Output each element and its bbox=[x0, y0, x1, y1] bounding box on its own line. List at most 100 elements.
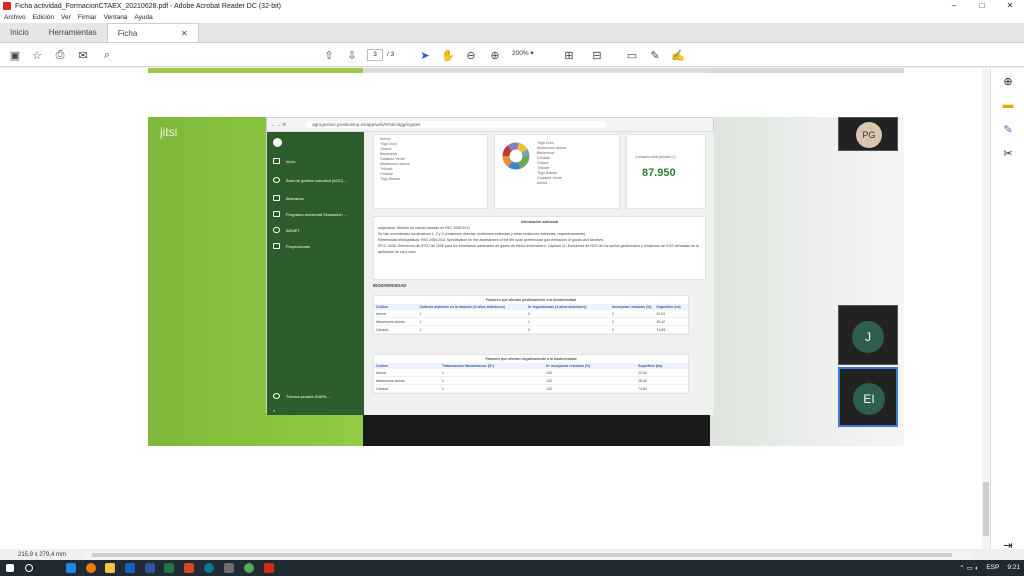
tab-home[interactable]: Inicio bbox=[0, 23, 39, 42]
participant-tile-ei: EI bbox=[838, 367, 898, 427]
table-row: Cebada 2 100 74,83 bbox=[374, 385, 688, 393]
menu-archivo[interactable]: Archivo bbox=[4, 14, 26, 21]
legend-card-left: Avena Trigo Duro Girasol Barbechos Guisante… bbox=[373, 134, 488, 209]
file-explorer-icon[interactable] bbox=[105, 563, 115, 573]
hand-tool-icon[interactable]: ✋ bbox=[440, 47, 456, 63]
zoom-level-dropdown[interactable]: 200% ▾ bbox=[512, 49, 534, 57]
nav-item-proyecciones: Proyecciones bbox=[273, 243, 310, 249]
legend-list-left: Avena Trigo Duro Girasol Barbechos Guisante… bbox=[380, 137, 410, 181]
sign-icon[interactable]: ✍ bbox=[670, 47, 686, 63]
donut-card: Trigo Duro Altramuces dulces Barbechos Ceb… bbox=[494, 134, 620, 209]
tab-document[interactable]: Ficha actividad_For... ✕ bbox=[106, 23, 199, 57]
app-icon[interactable] bbox=[204, 563, 214, 573]
menu-ayuda[interactable]: Ayuda bbox=[134, 14, 152, 21]
browser-address-bar: ← → ⟳ agrogestion.prodevelop.es/app/web/… bbox=[267, 118, 713, 132]
app-icon-2[interactable] bbox=[224, 563, 234, 573]
menu-firmar[interactable]: Firmar bbox=[78, 14, 97, 21]
windows-start-icon[interactable] bbox=[6, 564, 14, 572]
menu-ventana[interactable]: Ventana bbox=[104, 14, 128, 21]
bar-chart-icon bbox=[273, 243, 280, 249]
chrome-icon[interactable] bbox=[244, 563, 254, 573]
tab-bar: Inicio Herramientas Ficha actividad_For.… bbox=[0, 23, 1024, 57]
toolbar: ▣ ☆ ⎙ ✉ ⌕ ⇧ ⇩ 3 / 3 ➤ ✋ ⊖ ⊕ 200% ▾ ⊞ ⊟ ▭… bbox=[0, 43, 1024, 67]
email-icon[interactable]: ✉ bbox=[75, 47, 91, 63]
collapse-icon: « bbox=[273, 408, 276, 413]
comment-icon[interactable]: ▭ bbox=[624, 47, 640, 63]
select-cursor-icon[interactable]: ➤ bbox=[417, 47, 433, 63]
page-up-icon[interactable]: ⇧ bbox=[321, 47, 337, 63]
bookmark-star-icon[interactable]: ☆ bbox=[29, 47, 45, 63]
search-icon[interactable]: ⌕ bbox=[99, 47, 115, 63]
system-tray: ⌃ ▭ ◖ ESP 9:21 bbox=[959, 564, 1020, 572]
maximize-icon[interactable]: □ bbox=[968, 0, 996, 12]
zoom-out-icon[interactable]: ⊖ bbox=[463, 47, 479, 63]
page-size-label: 215,9 x 279,4 mm bbox=[18, 552, 67, 558]
section-title: BIODIVERSIDAD bbox=[373, 283, 407, 288]
tray-icons[interactable]: ⌃ ▭ ◖ bbox=[959, 564, 978, 572]
language-indicator[interactable]: ESP bbox=[986, 564, 999, 572]
nav-item-inicio: Inicio bbox=[273, 158, 295, 164]
tab-tools[interactable]: Herramientas bbox=[39, 23, 107, 42]
page-down-icon[interactable]: ⇩ bbox=[344, 47, 360, 63]
window-controls: – □ ✕ bbox=[940, 0, 1024, 12]
acrobat-icon bbox=[3, 2, 11, 10]
tab-close-icon[interactable]: ✕ bbox=[181, 24, 188, 42]
shared-browser-window: ← → ⟳ agrogestion.prodevelop.es/app/web/… bbox=[266, 117, 714, 415]
collapse-pane-icon[interactable]: ⇥ bbox=[1001, 538, 1015, 552]
nav-item-aemet: AEMET bbox=[273, 227, 300, 233]
info-box: Información adicional asignación: Método… bbox=[373, 216, 706, 280]
table-row: Cebada 1 0 0 74,83 bbox=[374, 326, 688, 334]
legend-list-right: Trigo Duro Altramuces dulces Barbechos Ceb… bbox=[537, 141, 567, 185]
browser-url: agrogestion.prodevelop.es/app/web/#/calc… bbox=[306, 121, 607, 128]
zoom-panel-icon[interactable]: ⊕ bbox=[1001, 74, 1015, 88]
window-title: Ficha actividad_FormacionCTAEX_20210628.… bbox=[15, 2, 282, 10]
menu-edicion[interactable]: Edición bbox=[33, 14, 54, 21]
windows-taskbar: ⌃ ▭ ◖ ESP 9:21 bbox=[0, 560, 1024, 576]
jitsi-logo: jitsi bbox=[160, 125, 178, 139]
scrolling-mode-icon[interactable]: ⊟ bbox=[589, 47, 605, 63]
close-icon[interactable]: ✕ bbox=[996, 0, 1024, 12]
embedded-screenshot: jitsi ← → ⟳ agrogestion.prodevelop.es/ap… bbox=[148, 117, 904, 446]
list-icon bbox=[273, 211, 280, 217]
calendar-icon bbox=[273, 195, 280, 201]
powerpoint-icon[interactable] bbox=[184, 563, 194, 573]
search-taskbar-icon[interactable] bbox=[25, 564, 33, 572]
app-logo bbox=[273, 138, 282, 147]
avatar: PG bbox=[856, 122, 882, 148]
table-caption: Factores que afectan positivamente a la … bbox=[485, 298, 577, 302]
donut-chart bbox=[502, 142, 530, 170]
fill-sign-icon[interactable]: ✎ bbox=[1001, 122, 1015, 136]
acrobat-taskbar-icon[interactable] bbox=[264, 563, 274, 573]
comment-panel-icon[interactable]: ▬ bbox=[1001, 98, 1015, 112]
outlook-icon[interactable] bbox=[125, 563, 135, 573]
positive-factors-table: Factores que afectan positivamente a la … bbox=[373, 295, 689, 335]
zoom-in-icon[interactable]: ⊕ bbox=[487, 47, 503, 63]
app-main-content: Avena Trigo Duro Girasol Barbechos Guisante… bbox=[364, 132, 714, 415]
app-sidebar: Inicio Área de gestión colectiva (AGC) .… bbox=[267, 132, 364, 415]
menu-ver[interactable]: Ver bbox=[61, 14, 71, 21]
page-number-input[interactable]: 3 bbox=[367, 49, 383, 61]
table-row: Avena 1 100 22,04 bbox=[374, 369, 688, 377]
vertical-scrollbar[interactable] bbox=[982, 68, 990, 549]
table-row: Avena 1 0 0 22,04 bbox=[374, 310, 688, 318]
nav-item-programa: Programa ambiental Simulación ... bbox=[273, 211, 347, 217]
edge-icon[interactable] bbox=[66, 563, 76, 573]
save-icon[interactable]: ▣ bbox=[7, 47, 23, 63]
total-value: 87.950 bbox=[642, 167, 676, 179]
minimize-icon[interactable]: – bbox=[940, 0, 968, 12]
clock[interactable]: 9:21 bbox=[1007, 564, 1020, 572]
title-bar: Ficha actividad_FormacionCTAEX_20210628.… bbox=[0, 0, 1024, 12]
print-icon[interactable]: ⎙ bbox=[52, 47, 68, 63]
nav-item-agc: Área de gestión colectiva (AGC) ... bbox=[273, 177, 348, 183]
browser-nav-icon: ← → ⟳ bbox=[271, 121, 287, 127]
participant-tile-pg: PG bbox=[838, 117, 898, 151]
excel-icon[interactable] bbox=[164, 563, 174, 573]
menu-bar: Archivo Edición Ver Firmar Ventana Ayuda bbox=[0, 12, 1024, 23]
horizontal-scrollbar[interactable] bbox=[84, 551, 972, 559]
highlight-pen-icon[interactable]: ✎ bbox=[647, 47, 663, 63]
firefox-icon[interactable] bbox=[86, 563, 96, 573]
fit-page-icon[interactable]: ⊞ bbox=[561, 47, 577, 63]
cloud-icon bbox=[273, 227, 280, 233]
word-icon[interactable] bbox=[145, 563, 155, 573]
more-tools-icon[interactable]: ✂ bbox=[1001, 146, 1015, 160]
